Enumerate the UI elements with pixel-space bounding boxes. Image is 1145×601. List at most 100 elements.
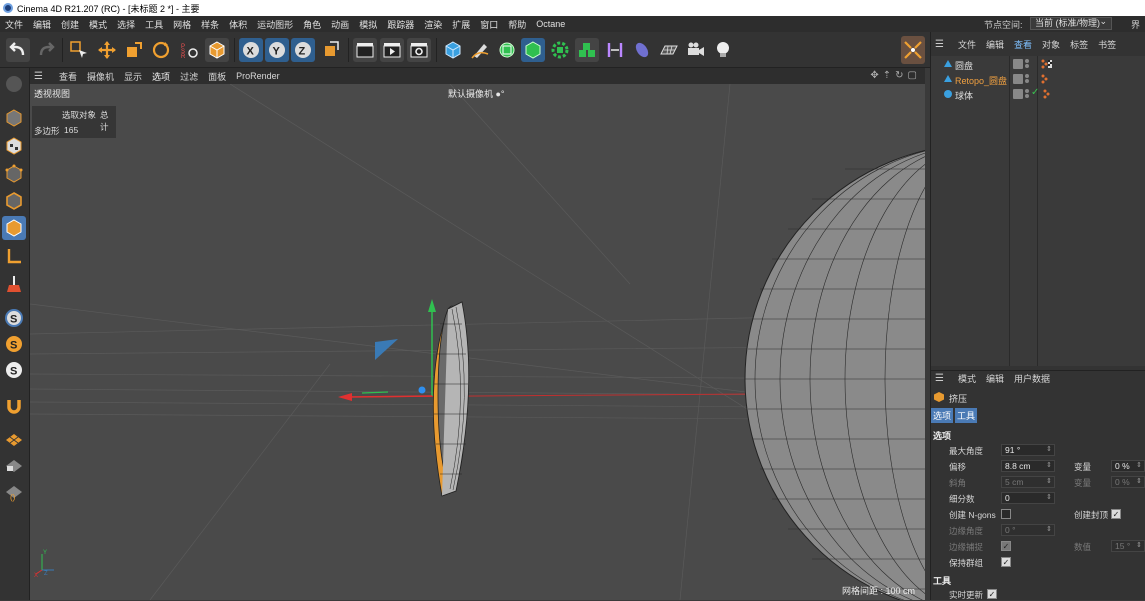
vp-menu-display[interactable]: 显示 [119, 70, 147, 83]
enabled-check-icon[interactable]: ✓ [1031, 87, 1039, 98]
move-tool-button[interactable] [95, 38, 119, 62]
menu-window[interactable]: 窗口 [475, 18, 503, 31]
move-gizmo[interactable] [338, 299, 436, 401]
om-menu-tags[interactable]: 标签 [1065, 38, 1093, 51]
recent-tools-button[interactable]: PSR [177, 38, 201, 62]
menu-tools[interactable]: 工具 [140, 18, 168, 31]
object-name[interactable]: 球体 [955, 89, 973, 102]
editor-render-dots[interactable] [1025, 89, 1029, 99]
editor-render-dots[interactable] [1025, 74, 1029, 84]
layout-switch-button[interactable] [901, 36, 925, 64]
vp-menu-prorender[interactable]: ProRender [231, 71, 285, 81]
om-menu-bookmarks[interactable]: 书签 [1093, 38, 1121, 51]
menu-help[interactable]: 帮助 [503, 18, 531, 31]
menu-octane[interactable]: Octane [531, 19, 570, 29]
axis-mode-button[interactable] [2, 244, 26, 268]
realtime-update-checkbox[interactable]: ✓ [987, 589, 997, 599]
menu-tracker[interactable]: 跟踪器 [382, 18, 419, 31]
viewport-camera-label[interactable]: 默认摄像机 ●° [448, 87, 505, 100]
am-menu-mode[interactable]: 模式 [953, 372, 981, 385]
live-selection-button[interactable] [67, 38, 91, 62]
menu-mograph[interactable]: 运动图形 [252, 18, 298, 31]
render-settings-button[interactable] [407, 38, 431, 62]
create-ngons-checkbox[interactable] [1001, 509, 1011, 519]
menu-edit[interactable]: 编辑 [28, 18, 56, 31]
make-editable-button[interactable] [2, 72, 26, 96]
snap-button[interactable]: S [2, 306, 26, 330]
variance2-field[interactable]: 0 % [1111, 476, 1145, 488]
vp-menu-filter[interactable]: 过滤 [175, 70, 203, 83]
am-menu-userdata[interactable]: 用户数据 [1009, 372, 1055, 385]
tag-icons[interactable] [1041, 89, 1053, 99]
am-menu-edit[interactable]: 编辑 [981, 372, 1009, 385]
z-axis-lock-button[interactable]: Z [291, 38, 315, 62]
visibility-toggle[interactable] [1013, 89, 1023, 99]
sphere-mesh[interactable] [744, 144, 925, 600]
visibility-toggle[interactable] [1013, 74, 1023, 84]
vp-menu-panel[interactable]: 面板 [203, 70, 231, 83]
edges-mode-button[interactable] [2, 189, 26, 213]
max-angle-field[interactable]: 91 ° [1001, 444, 1055, 456]
model-mode-button[interactable] [2, 106, 26, 130]
magnet-button[interactable] [2, 394, 26, 418]
x-axis-lock-button[interactable]: X [239, 38, 263, 62]
coordinate-system-button[interactable] [319, 38, 343, 62]
menu-render[interactable]: 渲染 [419, 18, 447, 31]
object-row-sphere[interactable]: 球体 ✓ [931, 87, 1145, 102]
add-generator-button[interactable] [521, 38, 545, 62]
menu-spline[interactable]: 样条 [196, 18, 224, 31]
menu-select[interactable]: 选择 [112, 18, 140, 31]
create-caps-checkbox[interactable]: ✓ [1111, 509, 1121, 519]
render-view-button[interactable] [353, 38, 377, 62]
disc-mesh[interactable] [432, 301, 470, 497]
om-menu-edit[interactable]: 编辑 [981, 38, 1009, 51]
render-picture-viewer-button[interactable] [380, 38, 404, 62]
menu-create[interactable]: 创建 [56, 18, 84, 31]
add-cube-button[interactable] [441, 38, 465, 62]
lock-workplane-button[interactable] [2, 452, 26, 476]
add-camera-button[interactable] [684, 38, 708, 62]
texture-mode-button[interactable] [2, 134, 26, 158]
add-subdivision-button[interactable] [495, 38, 519, 62]
object-name[interactable]: Retopo_圆盘 [955, 74, 1007, 87]
quantize-button[interactable]: S [2, 358, 26, 382]
node-space-select[interactable]: 当前 (标准/物理) [1030, 16, 1112, 30]
attribute-manager-menu-icon[interactable]: ☰ [935, 373, 947, 384]
perspective-viewport[interactable]: 透视视图 默认摄像机 ●° 选取对象 总计 多边形 165 Y X Z 网格间距… [30, 84, 925, 600]
add-floor-button[interactable] [657, 38, 681, 62]
vp-menu-options[interactable]: 选项 [147, 70, 175, 83]
add-cloner-button[interactable] [575, 38, 599, 62]
redo-button[interactable] [34, 38, 58, 62]
subdivision-field[interactable]: 0 [1001, 492, 1055, 504]
offset-field[interactable]: 8.8 cm [1001, 460, 1055, 472]
tweak-mode-button[interactable] [2, 272, 26, 296]
edge-snap-checkbox[interactable]: ✓ [1001, 541, 1011, 551]
viewport-nav-icons[interactable]: ✥⇡↻▢ [870, 70, 921, 81]
rotate-tool-button[interactable] [149, 38, 173, 62]
undo-button[interactable] [6, 38, 30, 62]
menu-mesh[interactable]: 网格 [168, 18, 196, 31]
tab-tools[interactable]: 工具 [955, 408, 978, 423]
menu-volume[interactable]: 体积 [224, 18, 252, 31]
menu-mode[interactable]: 模式 [84, 18, 112, 31]
bevel-field[interactable]: 5 cm [1001, 476, 1055, 488]
planar-workplane-button[interactable]: () [2, 480, 26, 504]
vp-menu-cameras[interactable]: 摄像机 [82, 70, 119, 83]
layout-menu-more[interactable]: 界 [1131, 18, 1140, 31]
variance-field[interactable]: 0 % [1111, 460, 1145, 472]
menu-simulate[interactable]: 模拟 [354, 18, 382, 31]
viewport-menu-icon[interactable]: ☰ [34, 71, 48, 82]
tag-icons[interactable] [1041, 74, 1053, 84]
points-mode-button[interactable] [2, 162, 26, 186]
menu-extensions[interactable]: 扩展 [447, 18, 475, 31]
object-row-disc[interactable]: 圆盘 [931, 57, 1145, 72]
edge-angle-field[interactable]: 0 ° [1001, 524, 1055, 536]
menu-animation[interactable]: 动画 [326, 18, 354, 31]
menu-file[interactable]: 文件 [0, 18, 28, 31]
object-mode-button[interactable] [205, 38, 229, 62]
keep-groups-checkbox[interactable]: ✓ [1001, 557, 1011, 567]
tab-options[interactable]: 选项 [931, 408, 954, 423]
tag-icons[interactable] [1041, 59, 1053, 69]
y-axis-lock-button[interactable]: Y [265, 38, 289, 62]
visibility-toggle[interactable] [1013, 59, 1023, 69]
